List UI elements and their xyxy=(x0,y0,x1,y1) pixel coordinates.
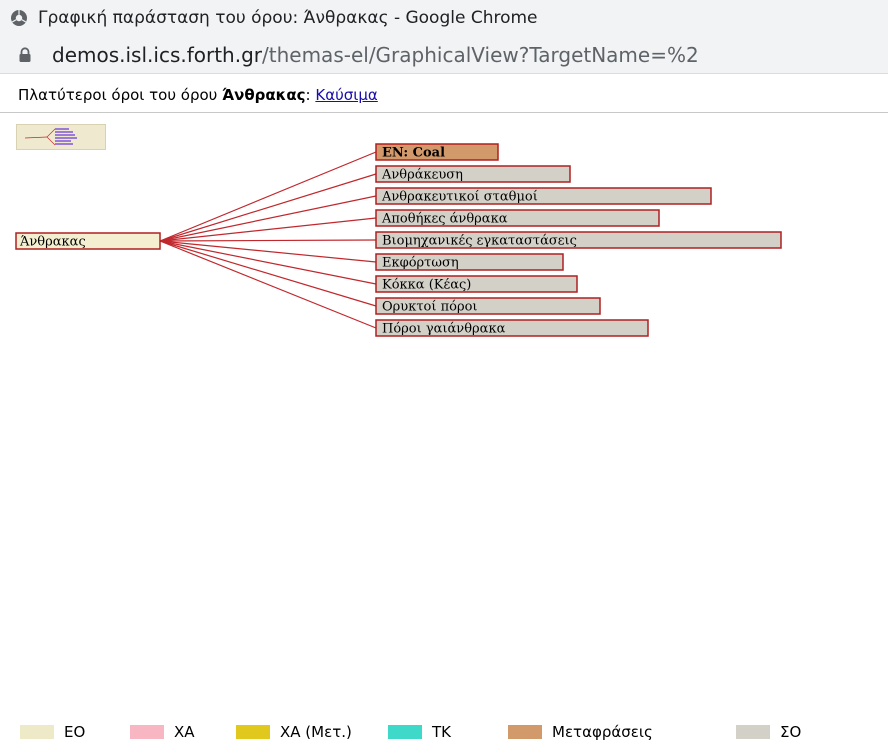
graph-edges xyxy=(159,151,377,329)
legend-swatch xyxy=(736,725,770,739)
child-node-label[interactable]: Αποθήκες άνθρακα xyxy=(381,212,508,227)
child-node[interactable]: Ανθρακευτικοί σταθμοί xyxy=(375,187,712,205)
legend-label: Μεταφράσεις xyxy=(552,723,653,740)
lock-icon[interactable] xyxy=(18,46,32,63)
legend-item: Μεταφράσεις xyxy=(508,723,653,740)
legend-item: ΧΑ xyxy=(130,723,195,740)
root-node-label[interactable]: Άνθρακας xyxy=(19,235,86,250)
url-path: /themas-el/GraphicalView?TargetName=%2 xyxy=(262,42,699,67)
graph-edge xyxy=(159,173,377,242)
legend-label: ΣΟ xyxy=(780,723,802,740)
child-node[interactable]: Πόροι γαιάνθρακα xyxy=(375,319,649,337)
legend-item: ΕΟ xyxy=(20,723,86,740)
child-node-label[interactable]: Εκφόρτωση xyxy=(382,256,459,271)
child-node[interactable]: Ορυκτοί πόροι xyxy=(375,297,601,315)
address-bar[interactable]: demos.isl.ics.forth.gr/themas-el/Graphic… xyxy=(0,36,888,74)
broader-terms-prefix: Πλατύτεροι όροι του όρου xyxy=(18,86,218,104)
legend-swatch xyxy=(388,725,422,739)
legend-item: ΤΚ xyxy=(388,723,451,740)
legend-item: ΣΟ xyxy=(736,723,802,740)
chrome-icon xyxy=(10,9,28,27)
graph-edge xyxy=(159,240,377,329)
legend-label: ΕΟ xyxy=(64,723,86,740)
broader-terms-line: Πλατύτεροι όροι του όρου Άνθρακας: Καύσι… xyxy=(18,86,378,104)
child-nodes: EN: Coal Ανθράκευση Ανθρακευτικοί σταθμοί Α… xyxy=(375,143,782,337)
child-node[interactable]: Βιομηχανικές εγκαταστάσεις xyxy=(375,231,782,249)
legend-swatch xyxy=(508,725,542,739)
graph-edge xyxy=(159,195,377,242)
graph-edge xyxy=(159,240,377,307)
url-domain: demos.isl.ics.forth.gr xyxy=(52,42,263,67)
graph-edge xyxy=(159,240,377,263)
graph-edge xyxy=(159,151,377,242)
legend: ΕΟ ΧΑ ΧΑ (Μετ.) ΤΚ Μεταφράσεις ΣΟ xyxy=(0,723,888,740)
legend-item: ΧΑ (Μετ.) xyxy=(236,723,352,740)
legend-swatch xyxy=(20,725,54,739)
graph-edge xyxy=(159,239,377,242)
term-graph: Άνθρακας EN: Coal Ανθράκευση Ανθρακευτικοί… xyxy=(15,143,782,337)
legend-label: ΧΑ (Μετ.) xyxy=(280,723,352,740)
broader-terms-term: Άνθρακας xyxy=(222,86,306,104)
divider xyxy=(0,112,888,113)
child-node-label[interactable]: Βιομηχανικές εγκαταστάσεις xyxy=(382,234,577,249)
child-node[interactable]: Εκφόρτωση xyxy=(375,253,564,271)
url-text[interactable]: demos.isl.ics.forth.gr/themas-el/Graphic… xyxy=(52,43,699,67)
child-node-label[interactable]: Ανθράκευση xyxy=(381,168,463,183)
child-node[interactable]: Ανθράκευση xyxy=(375,165,571,183)
graph-edge xyxy=(159,217,377,242)
child-node-label[interactable]: Πόροι γαιάνθρακα xyxy=(382,322,506,337)
legend-label: ΤΚ xyxy=(432,723,451,740)
root-node[interactable]: Άνθρακας xyxy=(15,232,161,250)
child-node-label[interactable]: Κόκκα (Κέας) xyxy=(382,278,471,293)
child-node-label[interactable]: EN: Coal xyxy=(382,146,445,161)
graph-edge xyxy=(159,240,377,285)
browser-window: Γραφική παράσταση του όρου: Άνθρακας - G… xyxy=(0,0,888,740)
child-node[interactable]: Αποθήκες άνθρακα xyxy=(375,209,660,227)
window-title: Γραφική παράσταση του όρου: Άνθρακας - G… xyxy=(38,8,538,28)
legend-swatch xyxy=(130,725,164,739)
broader-terms-separator: : xyxy=(305,86,311,104)
window-titlebar: Γραφική παράσταση του όρου: Άνθρακας - G… xyxy=(0,0,888,36)
child-node-label[interactable]: Ανθρακευτικοί σταθμοί xyxy=(381,190,538,205)
legend-swatch xyxy=(236,725,270,739)
child-node[interactable]: EN: Coal xyxy=(375,143,499,161)
child-node-label[interactable]: Ορυκτοί πόροι xyxy=(382,300,478,315)
child-node[interactable]: Κόκκα (Κέας) xyxy=(375,275,578,293)
broader-term-link[interactable]: Καύσιμα xyxy=(315,86,377,104)
legend-label: ΧΑ xyxy=(174,723,195,740)
